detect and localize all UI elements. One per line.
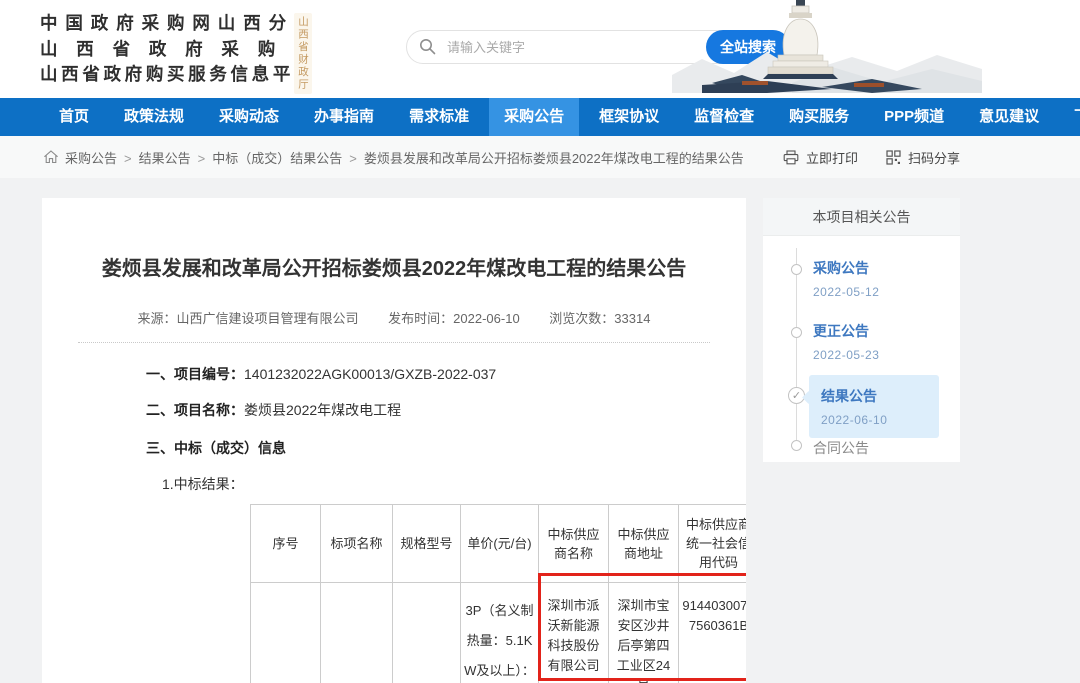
site-logo[interactable]: 中国政府采购网山西分网 山西省政府采购网 山西省政府购买服务信息平台 — [40, 11, 312, 88]
nav-item-feedback[interactable]: 意见建议 — [964, 98, 1054, 136]
project-name-value: 娄烦县2022年煤改电工程 — [244, 402, 401, 418]
article-publish-time: 发布时间：2022-06-10 — [388, 311, 520, 326]
project-number-row: 一、项目编号：1401232022AGK00013/GXZB-2022-037 — [146, 364, 746, 384]
timeline-node-icon — [791, 264, 802, 275]
meta-divider — [78, 342, 710, 343]
related-announcements-title: 本项目相关公告 — [763, 198, 960, 236]
pagoda-illustration — [672, 0, 982, 98]
timeline-item-label[interactable]: 更正公告 — [813, 321, 879, 341]
col-supplier-name: 中标供应商名称 — [539, 505, 609, 583]
article-card: 娄烦县发展和改革局公开招标娄烦县2022年煤改电工程的结果公告 来源：山西广信建… — [42, 198, 746, 683]
timeline-node-icon — [791, 327, 802, 338]
table-row: 3P（名义制热量：5.1KW及以上）：11300 深圳市派沃新能源科技股份有限公… — [251, 583, 747, 683]
site-header: 中国政府采购网山西分网 山西省政府采购网 山西省政府购买服务信息平台 山西省财政… — [0, 0, 1080, 98]
main-nav: 首页 政策法规 采购动态 办事指南 需求标准 采购公告 框架协议 监督检查 购买… — [0, 98, 1080, 136]
cell-supplier-address: 深圳市宝安区沙井后亭第四工业区24号 — [609, 583, 679, 683]
page-actions: 立即打印 扫码分享 — [783, 148, 960, 167]
nav-item-announcements[interactable]: 采购公告 — [489, 98, 579, 136]
award-info-heading: 三、中标（成交）信息 — [146, 438, 746, 458]
nav-item-downloads[interactable]: 下载专区 — [1059, 98, 1080, 136]
col-unit-price: 单价(元/台) — [461, 505, 539, 583]
nav-item-requirements[interactable]: 需求标准 — [394, 98, 484, 136]
timeline-item-label[interactable]: 采购公告 — [813, 258, 879, 278]
article-meta: 来源：山西广信建设项目管理有限公司 发布时间：2022-06-10 浏览次数：3… — [42, 308, 746, 327]
project-name-row: 二、项目名称：娄烦县2022年煤改电工程 — [146, 400, 746, 420]
award-result-table-wrap: 序号 标项名称 规格型号 单价(元/台) 中标供应商名称 中标供应商地址 中标供… — [250, 504, 746, 683]
project-number-label: 一、项目编号： — [146, 366, 244, 382]
timeline-node-icon — [791, 440, 802, 451]
cell-serial-no — [251, 583, 321, 683]
page: 中国政府采购网山西分网 山西省政府采购网 山西省政府购买服务信息平台 山西省财政… — [0, 0, 1080, 683]
finance-department-seal: 山西省财政厅 — [294, 13, 312, 94]
nav-item-procurement-news[interactable]: 采购动态 — [204, 98, 294, 136]
col-spec-model: 规格型号 — [393, 505, 461, 583]
timeline-item-date: 2022-05-23 — [813, 348, 879, 362]
breadcrumb-item[interactable]: 中标（成交）结果公告 — [191, 148, 343, 167]
logo-line-2: 山西省政府采购网 — [40, 37, 312, 63]
award-result-label: 1.中标结果： — [162, 474, 746, 494]
breadcrumb-item-current: 娄烦县发展和改革局公开招标娄烦县2022年煤改电工程的结果公告 — [342, 148, 744, 167]
article-title: 娄烦县发展和改革局公开招标娄烦县2022年煤改电工程的结果公告 — [84, 254, 704, 285]
breadcrumb: 采购公告 结果公告 中标（成交）结果公告 娄烦县发展和改革局公开招标娄烦县202… — [65, 148, 744, 167]
related-announcements-panel: 本项目相关公告 采购公告 2022-05-12 更正公告 2022-05-23 … — [763, 198, 960, 462]
qr-share-button[interactable]: 扫码分享 — [886, 148, 960, 167]
col-serial-no: 序号 — [251, 505, 321, 583]
cell-supplier-name: 深圳市派沃新能源科技股份有限公司 — [539, 583, 609, 683]
timeline-line — [796, 248, 797, 450]
announcement-timeline: 采购公告 2022-05-12 更正公告 2022-05-23 ✓ 结果公告 2… — [763, 236, 960, 462]
nav-item-home[interactable]: 首页 — [44, 98, 104, 136]
printer-icon — [783, 150, 799, 165]
table-header-row: 序号 标项名称 规格型号 单价(元/台) 中标供应商名称 中标供应商地址 中标供… — [251, 505, 747, 583]
breadcrumb-item[interactable]: 结果公告 — [117, 148, 191, 167]
article-body: 一、项目编号：1401232022AGK00013/GXZB-2022-037 … — [146, 364, 746, 683]
timeline-item-label[interactable]: 结果公告 — [821, 386, 925, 406]
share-label: 扫码分享 — [908, 148, 960, 167]
cell-credit-code: 91440300767560361B — [679, 583, 747, 683]
nav-item-policies[interactable]: 政策法规 — [109, 98, 199, 136]
cell-spec-model — [393, 583, 461, 683]
print-label: 立即打印 — [806, 148, 858, 167]
nav-item-supervision[interactable]: 监督检查 — [679, 98, 769, 136]
project-number-value: 1401232022AGK00013/GXZB-2022-037 — [244, 366, 496, 382]
qr-code-icon — [886, 150, 901, 165]
cell-lot-name — [321, 583, 393, 683]
nav-item-ppp[interactable]: PPP频道 — [869, 98, 959, 136]
breadcrumb-item[interactable]: 采购公告 — [65, 148, 117, 167]
logo-line-3: 山西省政府购买服务信息平台 — [40, 62, 312, 88]
timeline-item-date: 2022-05-12 — [813, 285, 879, 299]
article-view-count: 浏览次数：33314 — [549, 311, 650, 326]
print-button[interactable]: 立即打印 — [783, 148, 858, 167]
col-credit-code: 中标供应商统一社会信用代码 — [679, 505, 747, 583]
award-result-table: 序号 标项名称 规格型号 单价(元/台) 中标供应商名称 中标供应商地址 中标供… — [250, 504, 746, 683]
article-source: 来源：山西广信建设项目管理有限公司 — [138, 311, 359, 326]
project-name-label: 二、项目名称： — [146, 402, 244, 418]
nav-item-purchase-services[interactable]: 购买服务 — [774, 98, 864, 136]
nav-item-guide[interactable]: 办事指南 — [299, 98, 389, 136]
search-icon — [419, 38, 436, 60]
timeline-item-date: 2022-06-10 — [821, 413, 925, 427]
home-icon[interactable] — [44, 150, 58, 164]
col-lot-name: 标项名称 — [321, 505, 393, 583]
logo-line-1: 中国政府采购网山西分网 — [40, 11, 312, 37]
breadcrumb-bar: 采购公告 结果公告 中标（成交）结果公告 娄烦县发展和改革局公开招标娄烦县202… — [0, 136, 1080, 178]
cell-unit-price: 3P（名义制热量：5.1KW及以上）：11300 — [461, 583, 539, 683]
col-supplier-address: 中标供应商地址 — [609, 505, 679, 583]
nav-item-framework[interactable]: 框架协议 — [584, 98, 674, 136]
timeline-item-label[interactable]: 合同公告 — [813, 438, 869, 458]
